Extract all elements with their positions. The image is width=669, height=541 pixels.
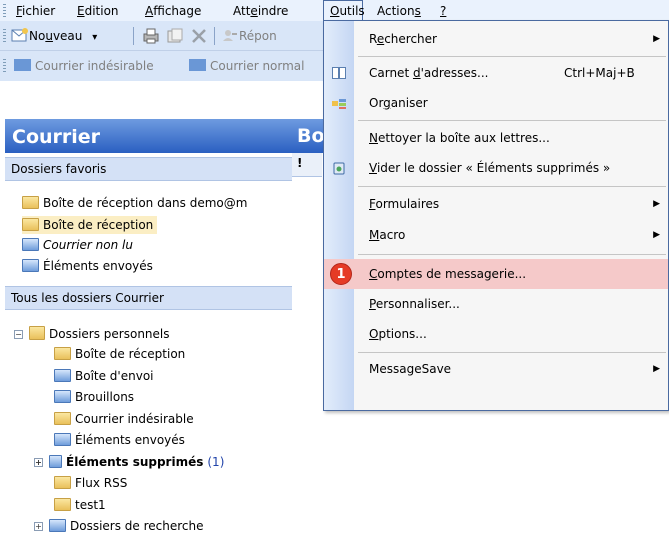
favorite-folder-item[interactable]: Éléments envoyés: [22, 257, 153, 275]
sent-items-icon: [22, 259, 39, 272]
expand-icon[interactable]: +: [34, 458, 43, 467]
normal-mail-button[interactable]: Courrier normal: [189, 57, 305, 75]
move-to-folder-icon[interactable]: [166, 27, 184, 45]
submenu-arrow-icon: ▶: [653, 199, 660, 209]
menu-separator: [358, 352, 666, 353]
menu-item-comptes-messagerie[interactable]: Comptes de messagerie...: [324, 259, 668, 289]
menu-item-carnet-adresses[interactable]: Carnet d'adresses... Ctrl+Maj+B: [324, 58, 668, 88]
new-dropdown-arrow[interactable]: ▾: [92, 32, 97, 43]
new-mail-icon: [11, 28, 28, 42]
menu-separator: [358, 120, 666, 121]
toolbar-separator: [214, 27, 215, 45]
submenu-arrow-icon: ▶: [653, 230, 660, 240]
shortcut-label: Ctrl+Maj+B: [564, 66, 635, 80]
menu-item-organiser[interactable]: Organiser: [324, 88, 668, 118]
delete-icon[interactable]: [190, 27, 208, 45]
search-folder-icon: [22, 238, 39, 251]
grip-handle[interactable]: [3, 29, 6, 44]
menu-help[interactable]: ?: [440, 3, 446, 19]
importance-column-icon[interactable]: !: [297, 156, 302, 170]
personal-folders-root[interactable]: − Dossiers personnels: [14, 325, 170, 343]
expand-icon[interactable]: +: [34, 522, 43, 531]
sent-items-icon: [54, 433, 71, 446]
trash-icon: [333, 162, 345, 175]
menu-item-formulaires[interactable]: Formulaires ▶: [324, 189, 668, 219]
favorite-folder-item[interactable]: Boîte de réception dans demo@m: [22, 194, 247, 212]
folder-item[interactable]: Courrier indésirable: [54, 410, 194, 428]
menu-item-options[interactable]: Options...: [324, 319, 668, 349]
collapse-icon[interactable]: −: [14, 330, 23, 339]
folder-item[interactable]: Éléments envoyés: [54, 431, 185, 449]
folder-icon: [54, 498, 71, 511]
folder-item[interactable]: Boîte de réception: [54, 345, 185, 363]
grip-handle[interactable]: [3, 59, 6, 74]
submenu-arrow-icon: ▶: [653, 34, 660, 44]
submenu-arrow-icon: ▶: [653, 364, 660, 374]
organize-icon: [332, 99, 346, 109]
folder-item[interactable]: Flux RSS: [54, 474, 127, 492]
menu-bar: Fichier Edition Affichage Atteindre Outi…: [0, 0, 669, 21]
print-icon[interactable]: [142, 27, 160, 45]
all-folders-header[interactable]: Tous les dossiers Courrier: [5, 286, 292, 310]
menu-item-macro[interactable]: Macro ▶: [324, 220, 668, 250]
menu-item-personnaliser[interactable]: Personnaliser...: [324, 289, 668, 319]
main-pane-title: Bo: [297, 125, 325, 147]
toolbar-separator: [133, 27, 134, 45]
reply-button[interactable]: Répon: [221, 27, 277, 45]
deleted-items-folder[interactable]: + Éléments supprimés (1): [34, 453, 224, 471]
folder-item[interactable]: Brouillons: [54, 388, 134, 406]
favorite-folder-item[interactable]: Courrier non lu: [22, 236, 133, 254]
personal-folders-icon: [29, 326, 45, 340]
drafts-icon: [54, 390, 71, 403]
nav-pane-title: Courrier: [12, 126, 101, 148]
outbox-icon: [54, 369, 71, 382]
junk-folder-icon: [54, 412, 71, 425]
menu-separator: [358, 186, 666, 187]
inbox-icon: [54, 347, 71, 360]
menu-separator: [358, 56, 666, 57]
normal-mail-icon: [189, 59, 206, 71]
junk-mail-icon: [14, 59, 31, 71]
trash-icon: [49, 455, 62, 468]
reply-icon: [223, 30, 237, 41]
inbox-icon: [22, 218, 39, 231]
search-folders-item[interactable]: + Dossiers de recherche: [34, 517, 204, 535]
folder-item[interactable]: Boîte d'envoi: [54, 367, 154, 385]
menu-item-vider-supprimes[interactable]: Vider le dossier « Éléments supprimés »: [324, 153, 668, 183]
grip-handle[interactable]: [3, 4, 6, 17]
favorites-header[interactable]: Dossiers favoris: [5, 157, 292, 181]
menu-fichier[interactable]: Fichier: [16, 3, 55, 19]
junk-mail-button[interactable]: Courrier indésirable: [14, 57, 154, 75]
menu-actions[interactable]: Actions: [377, 3, 421, 19]
outils-dropdown-menu: 1 Rechercher ▶ Carnet d'adresses... Ctrl…: [323, 20, 669, 411]
menu-item-messagesave[interactable]: MessageSave ▶: [324, 354, 668, 384]
unread-count: (1): [207, 455, 225, 469]
column-header[interactable]: !: [292, 153, 322, 177]
address-book-icon: [332, 67, 346, 79]
search-folder-icon: [49, 519, 66, 532]
folder-icon: [22, 196, 39, 209]
menu-affichage[interactable]: Affichage: [145, 3, 201, 19]
new-button[interactable]: Nouveau ▾: [11, 27, 97, 45]
menu-item-rechercher[interactable]: Rechercher ▶: [324, 24, 668, 54]
menu-atteindre[interactable]: Atteindre: [233, 3, 288, 19]
menu-separator: [358, 254, 666, 255]
menu-item-nettoyer[interactable]: Nettoyer la boîte aux lettres...: [324, 123, 668, 153]
favorite-folder-item-selected[interactable]: Boîte de réception: [22, 216, 158, 234]
menu-edition[interactable]: Edition: [77, 3, 119, 19]
rss-folder-icon: [54, 476, 71, 489]
folder-item[interactable]: test1: [54, 496, 106, 514]
menu-outils[interactable]: Outils: [330, 3, 365, 19]
